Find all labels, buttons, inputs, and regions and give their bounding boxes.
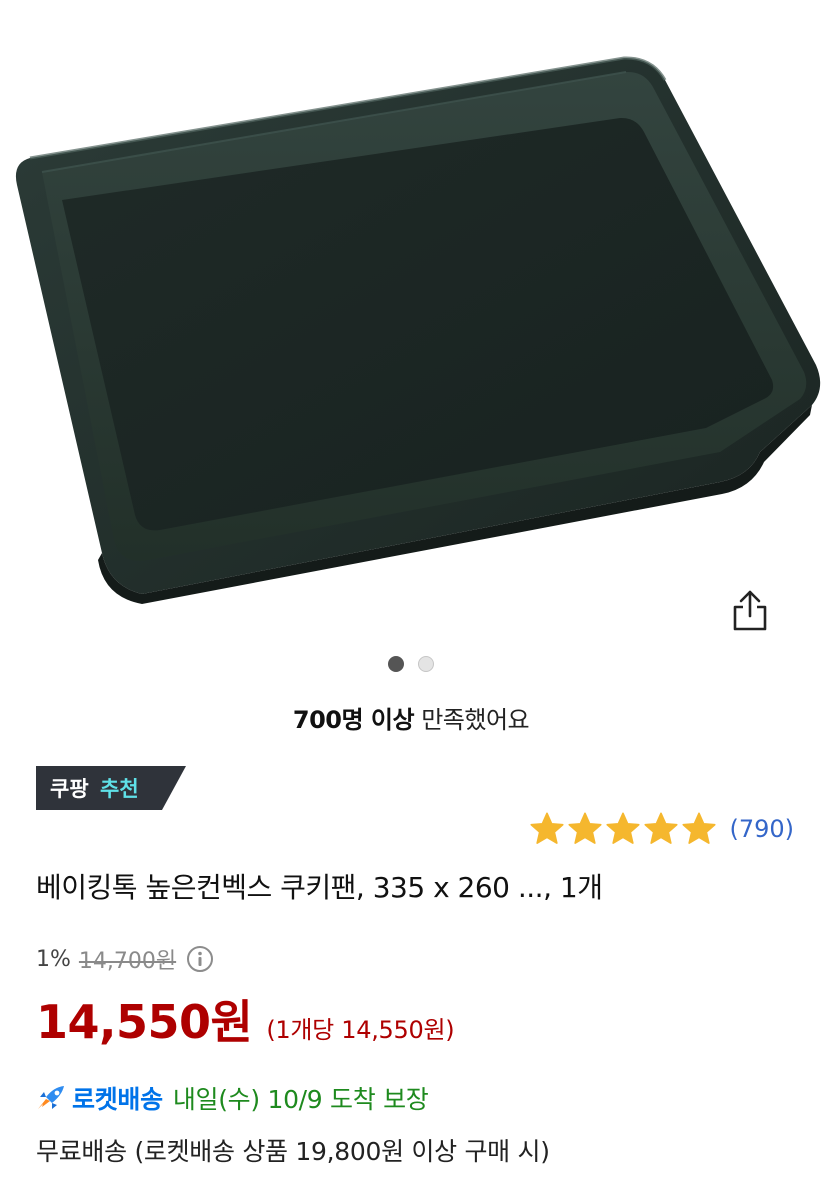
share-icon bbox=[733, 590, 767, 631]
star-icon bbox=[682, 812, 717, 844]
share-button[interactable] bbox=[724, 584, 776, 636]
carousel-dot-2[interactable] bbox=[418, 656, 434, 672]
star-icon bbox=[606, 812, 641, 844]
product-title: 베이킹톡 높은컨벡스 쿠키팬, 335 x 260 ..., 1개 bbox=[36, 871, 603, 904]
carousel-dot-1[interactable] bbox=[388, 656, 404, 672]
delivery-info: 로켓배송 내일(수) 10/9 도착 보장 bbox=[34, 1080, 429, 1116]
star-rating bbox=[529, 812, 717, 846]
satisfaction-text: 700명 이상 만족했어요 bbox=[0, 700, 822, 735]
rating[interactable]: (790) bbox=[529, 812, 794, 846]
star-icon bbox=[568, 812, 603, 844]
badge-text-part2: 추천 bbox=[100, 777, 139, 801]
unit-price: (1개당 14,550원) bbox=[266, 1016, 455, 1044]
star-icon bbox=[530, 812, 565, 844]
rocket-delivery-label: 로켓배송 bbox=[72, 1085, 163, 1114]
sale-price: 14,550원 bbox=[36, 995, 253, 1049]
star-icon bbox=[644, 812, 679, 844]
discount-row: 1% 14,700원 bbox=[36, 943, 214, 975]
satisfaction-label: 만족했어요 bbox=[421, 706, 530, 734]
arrival-guarantee: 내일(수) 10/9 도착 보장 bbox=[172, 1085, 429, 1114]
original-price: 14,700원 bbox=[78, 949, 177, 974]
info-icon[interactable] bbox=[186, 945, 214, 973]
discount-rate: 1% bbox=[36, 946, 71, 972]
carousel-indicator bbox=[0, 656, 822, 672]
product-image[interactable] bbox=[0, 0, 822, 640]
price-row: 14,550원 (1개당 14,550원) bbox=[36, 986, 455, 1052]
badge-text-part1: 쿠팡 bbox=[50, 777, 89, 801]
satisfaction-count: 700명 이상 bbox=[292, 706, 415, 734]
free-shipping-info: 무료배송 (로켓배송 상품 19,800원 이상 구매 시) bbox=[36, 1137, 550, 1166]
rocket-icon bbox=[38, 1086, 64, 1109]
recommendation-badge: 쿠팡 추천 bbox=[36, 766, 186, 810]
review-count[interactable]: (790) bbox=[729, 815, 794, 843]
